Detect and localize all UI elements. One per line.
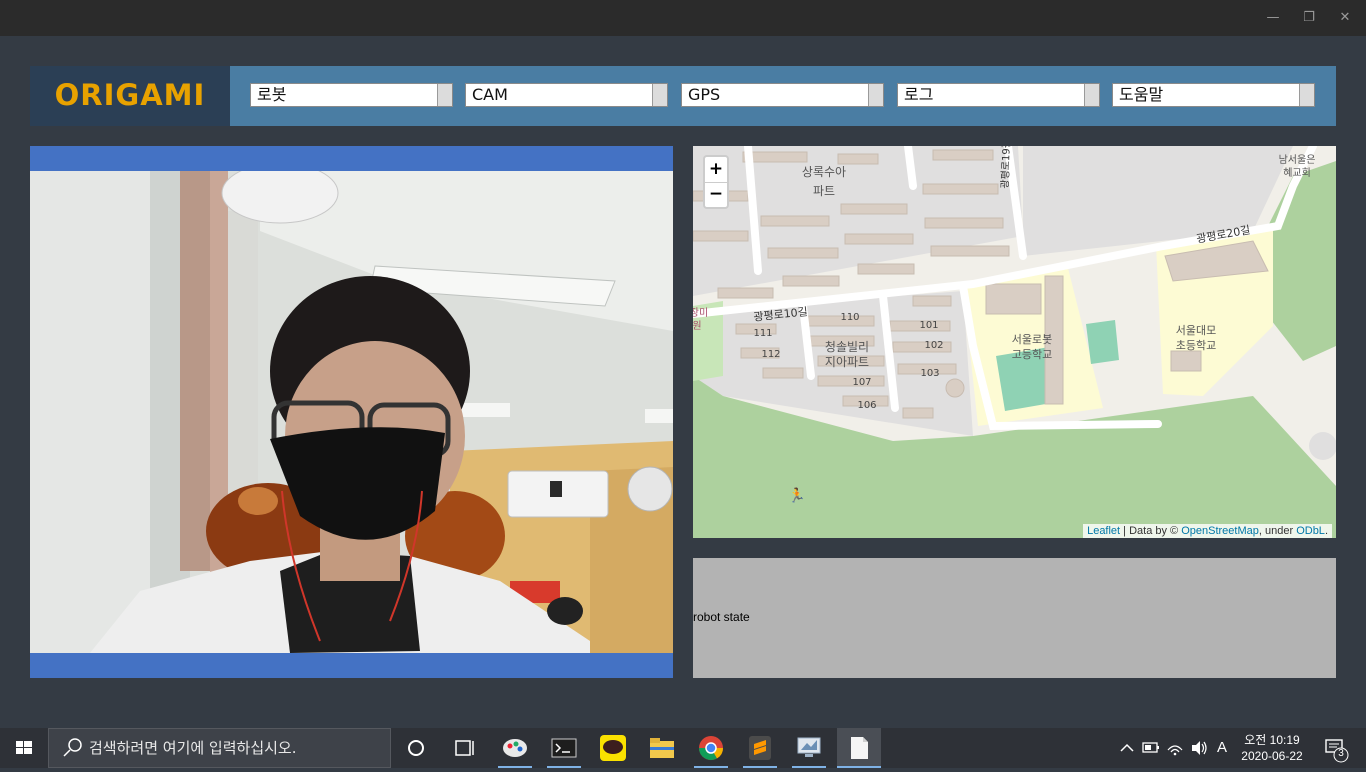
map-label-103: 103 — [920, 368, 939, 379]
menu-bar: 로봇 CAM GPS 로그 도움말 — [230, 66, 1336, 126]
document-icon — [851, 737, 868, 759]
kakaotalk-icon — [600, 735, 626, 761]
map-tiles: 🏃 상록수아 파트 남서울은 혜교회 광평로20길 광평로10길 광평로19길 … — [693, 146, 1336, 538]
volume-icon — [1192, 741, 1207, 755]
menu-help-dropdown[interactable]: 도움말 — [1112, 83, 1315, 107]
dropdown-arrow-icon[interactable] — [437, 84, 452, 106]
logo-container: ORIGAMI — [30, 66, 230, 126]
svg-text:🏃: 🏃 — [788, 487, 805, 504]
clock-date[interactable]: 2020-06-22 — [1234, 749, 1310, 763]
leaflet-link[interactable]: Leaflet — [1087, 525, 1120, 537]
tray-network[interactable] — [1164, 728, 1186, 768]
task-view-icon — [455, 740, 474, 756]
terminal-icon — [551, 738, 577, 758]
dropdown-arrow-icon[interactable] — [1299, 84, 1314, 106]
taskbar-search[interactable]: 검색하려면 여기에 입력하십시오. — [48, 728, 391, 768]
map-label-101: 101 — [919, 320, 938, 331]
taskbar-app-file-explorer[interactable] — [641, 728, 683, 768]
sublime-text-icon — [749, 736, 771, 760]
remote-desktop-icon — [797, 737, 821, 757]
odbl-link[interactable]: ODbL — [1296, 525, 1325, 537]
map-label-edge1: 장미 — [693, 307, 708, 319]
map-label-111: 111 — [753, 328, 772, 339]
app-body: ORIGAMI 로봇 CAM GPS 로그 도움말 🏃 상록수아 파트 남서울은… — [0, 36, 1366, 728]
action-center-button[interactable]: 3 — [1318, 728, 1358, 768]
taskbar-app-paint[interactable] — [494, 728, 536, 768]
clock-time[interactable]: 오전 10:19 — [1234, 731, 1310, 748]
close-button[interactable]: ✕ — [1322, 0, 1366, 36]
zoom-out-button[interactable]: − — [705, 182, 727, 207]
map-label-robot-school1: 서울로봇 — [1012, 333, 1052, 346]
menu-log-label: 로그 — [904, 85, 934, 104]
map-label-robot-school2: 고등학교 — [1012, 348, 1052, 361]
wifi-icon — [1167, 745, 1183, 756]
taskbar-app-remote[interactable] — [788, 728, 830, 768]
dropdown-arrow-icon[interactable] — [652, 84, 667, 106]
dropdown-arrow-icon[interactable] — [868, 84, 883, 106]
chrome-icon — [699, 736, 723, 761]
menu-help-label: 도움말 — [1119, 85, 1164, 104]
taskbar-app-kakaotalk[interactable] — [592, 728, 634, 768]
map-attribution: Leaflet | Data by © OpenStreetMap, under… — [1083, 524, 1332, 538]
map-label-apt2: 파트 — [813, 184, 835, 198]
map-label-villa2: 지아파트 — [825, 355, 869, 369]
map-label-elem-school2: 초등학교 — [1176, 339, 1216, 352]
menu-gps-label: GPS — [688, 85, 721, 104]
dropdown-arrow-icon[interactable] — [1084, 84, 1099, 106]
osm-link[interactable]: OpenStreetMap — [1181, 525, 1259, 537]
menu-cam-label: CAM — [472, 85, 508, 104]
taskbar-app-sublime[interactable] — [739, 728, 781, 768]
menu-robot-label: 로봇 — [257, 85, 287, 104]
paint-icon — [503, 739, 527, 757]
app-logo: ORIGAMI — [54, 78, 206, 112]
tray-battery[interactable] — [1140, 728, 1162, 768]
search-icon — [63, 738, 82, 757]
robot-state-panel: robot state — [693, 558, 1336, 678]
map-label-church1: 남서울은 — [1279, 154, 1316, 166]
map-label-102: 102 — [924, 340, 943, 351]
window-titlebar: — ❐ ✕ — [0, 0, 1366, 36]
map-label-107: 107 — [852, 377, 871, 388]
ime-indicator[interactable]: A — [1212, 728, 1232, 768]
map-label-church2: 혜교회 — [1283, 167, 1311, 179]
zoom-in-button[interactable]: + — [705, 157, 727, 183]
battery-icon — [1142, 742, 1159, 753]
attribution-end: . — [1324, 525, 1328, 537]
taskbar-app-document[interactable] — [837, 728, 881, 768]
map-label-110: 110 — [840, 312, 859, 323]
taskbar: 검색하려면 여기에 입력하십시오. A 오전 10:19 2020-06-22 … — [0, 728, 1366, 768]
menu-cam-dropdown[interactable]: CAM — [465, 83, 668, 107]
taskbar-app-terminal[interactable] — [543, 728, 585, 768]
map-label-elem-school1: 서울대모 — [1176, 324, 1216, 337]
attribution-sep2: , under — [1258, 525, 1297, 537]
map-label-apt1: 상록수아 — [802, 165, 846, 179]
task-view-button[interactable] — [444, 728, 484, 768]
notification-count: 3 — [1338, 748, 1344, 759]
cortana-button[interactable] — [396, 728, 436, 768]
camera-feed — [30, 171, 673, 653]
menu-gps-dropdown[interactable]: GPS — [681, 83, 884, 107]
map-label-106: 106 — [857, 400, 876, 411]
chevron-up-icon — [1120, 743, 1134, 752]
robot-state-label: robot state — [693, 610, 750, 624]
menu-log-dropdown[interactable]: 로그 — [897, 83, 1100, 107]
tray-volume[interactable] — [1188, 728, 1210, 768]
search-placeholder: 검색하려면 여기에 입력하십시오. — [89, 739, 297, 757]
map-label-villa1: 청솔빌리 — [825, 340, 869, 354]
taskbar-app-chrome[interactable] — [690, 728, 732, 768]
folder-icon — [650, 738, 674, 758]
map-label-112: 112 — [761, 349, 780, 360]
map-zoom-control: + − — [703, 155, 729, 209]
attribution-sep1: | Data by © — [1120, 525, 1182, 537]
camera-panel — [30, 146, 673, 678]
cortana-icon — [408, 740, 424, 756]
menu-robot-dropdown[interactable]: 로봇 — [250, 83, 453, 107]
map-label-edge2: 원 — [693, 320, 702, 332]
camera-frame-image — [30, 171, 673, 653]
tray-overflow-button[interactable] — [1116, 728, 1138, 768]
windows-icon — [16, 741, 32, 754]
gps-map[interactable]: 🏃 상록수아 파트 남서울은 혜교회 광평로20길 광평로10길 광평로19길 … — [693, 146, 1336, 538]
start-button[interactable] — [0, 728, 48, 768]
